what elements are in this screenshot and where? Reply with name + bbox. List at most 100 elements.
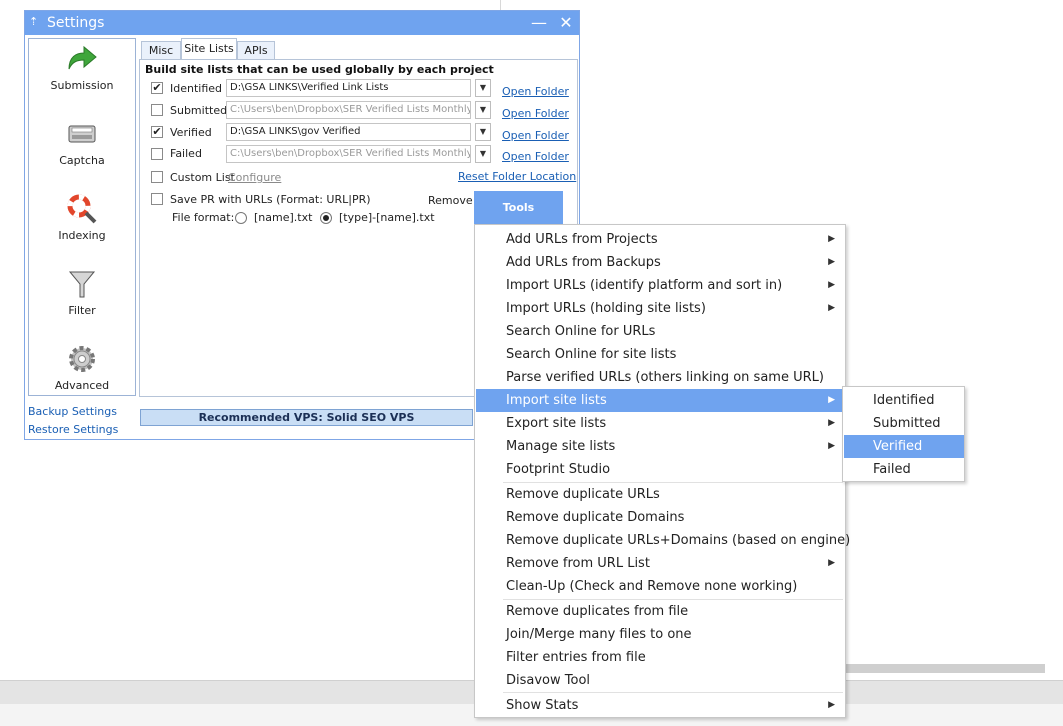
menu-item-label: Import site lists <box>506 393 607 408</box>
submenu-item-submitted[interactable]: Submitted <box>844 412 964 435</box>
menu-item-export-site-lists[interactable]: Export site lists ▶ <box>476 412 845 435</box>
configure-link[interactable]: Configure <box>228 171 281 184</box>
menu-item-label: Filter entries from file <box>506 650 646 665</box>
menu-item-parse-verified-urls[interactable]: Parse verified URLs (others linking on s… <box>476 366 845 389</box>
format-type-name-radio[interactable] <box>320 212 332 224</box>
menu-item-label: Remove duplicate Domains <box>506 510 685 525</box>
restore-settings-link[interactable]: Restore Settings <box>28 423 118 436</box>
failed-path-field[interactable]: C:\Users\ben\Dropbox\SER Verified Lists … <box>226 145 471 163</box>
menu-item-footprint-studio[interactable]: Footprint Studio <box>476 458 845 481</box>
tab-misc[interactable]: Misc <box>141 41 181 59</box>
menu-item-search-online-urls[interactable]: Search Online for URLs <box>476 320 845 343</box>
sidebar-item-advanced[interactable]: Advanced <box>29 339 135 409</box>
sidebar-item-filter[interactable]: Filter <box>29 264 135 334</box>
close-button[interactable]: ✕ <box>552 11 580 35</box>
menu-separator <box>503 692 843 693</box>
format-type-name-label: [type]-[name].txt <box>339 211 435 224</box>
submenu-arrow-icon: ▶ <box>828 234 835 244</box>
menu-item-import-urls-identify[interactable]: Import URLs (identify platform and sort … <box>476 274 845 297</box>
background-divider <box>500 0 501 10</box>
import-site-lists-submenu: Identified Submitted Verified Failed <box>842 386 965 482</box>
verified-path-field[interactable]: D:\GSA LINKS\gov Verified <box>226 123 471 141</box>
sidebar-item-label: Indexing <box>58 229 106 242</box>
window-title: Settings <box>47 15 105 31</box>
verified-open-folder-link[interactable]: Open Folder <box>502 129 569 142</box>
submenu-arrow-icon: ▶ <box>828 303 835 313</box>
identified-label: Identified <box>170 82 223 95</box>
failed-path-dropdown[interactable]: ▼ <box>475 145 491 163</box>
verified-checkbox[interactable]: ✔ <box>151 126 163 138</box>
submitted-open-folder-link[interactable]: Open Folder <box>502 107 569 120</box>
format-name-label: [name].txt <box>254 211 313 224</box>
backup-settings-link[interactable]: Backup Settings <box>28 405 117 418</box>
failed-checkbox[interactable] <box>151 148 163 160</box>
menu-item-label: Remove duplicate URLs+Domains (based on … <box>506 533 851 548</box>
menu-item-add-urls-backups[interactable]: Add URLs from Backups ▶ <box>476 251 845 274</box>
menu-item-remove-from-url-list[interactable]: Remove from URL List ▶ <box>476 552 845 575</box>
submenu-arrow-icon: ▶ <box>828 257 835 267</box>
menu-item-remove-duplicate-domains[interactable]: Remove duplicate Domains <box>476 506 845 529</box>
submenu-item-verified[interactable]: Verified <box>844 435 964 458</box>
submenu-item-failed[interactable]: Failed <box>844 458 964 481</box>
menu-item-label: Join/Merge many files to one <box>506 627 692 642</box>
reset-folder-location-link[interactable]: Reset Folder Location <box>458 170 576 183</box>
tab-apis[interactable]: APIs <box>237 41 275 59</box>
menu-item-remove-duplicates-from-file[interactable]: Remove duplicates from file <box>476 600 845 623</box>
failed-open-folder-link[interactable]: Open Folder <box>502 150 569 163</box>
tools-button[interactable]: Tools <box>474 191 563 224</box>
identified-path-field[interactable]: D:\GSA LINKS\Verified Link Lists <box>226 79 471 97</box>
funnel-icon <box>68 271 96 298</box>
file-format-label: File format: <box>172 211 235 224</box>
submitted-path-dropdown[interactable]: ▼ <box>475 101 491 119</box>
menu-item-label: Add URLs from Backups <box>506 255 661 270</box>
submitted-checkbox[interactable] <box>151 104 163 116</box>
format-name-radio[interactable] <box>235 212 247 224</box>
menu-item-label: Search Online for URLs <box>506 324 656 339</box>
background-scrollbar[interactable] <box>845 664 1045 673</box>
gear-icon <box>69 346 95 372</box>
menu-item-label: Manage site lists <box>506 439 616 454</box>
sidebar-item-captcha[interactable]: Captcha <box>29 114 135 184</box>
sidebar-item-label: Filter <box>68 304 96 317</box>
menu-item-add-urls-projects[interactable]: Add URLs from Projects ▶ <box>476 228 845 251</box>
menu-item-import-urls-holding[interactable]: Import URLs (holding site lists) ▶ <box>476 297 845 320</box>
verified-label: Verified <box>170 126 212 139</box>
vps-banner[interactable]: Recommended VPS: Solid SEO VPS <box>140 409 473 426</box>
menu-item-remove-duplicate-urls[interactable]: Remove duplicate URLs <box>476 483 845 506</box>
menu-item-label: Clean-Up (Check and Remove none working) <box>506 579 798 594</box>
sidebar-item-indexing[interactable]: Indexing <box>29 189 135 259</box>
submenu-arrow-icon: ▶ <box>828 395 835 405</box>
submenu-arrow-icon: ▶ <box>828 558 835 568</box>
submitted-path-field[interactable]: C:\Users\ben\Dropbox\SER Verified Lists … <box>226 101 471 119</box>
title-bar[interactable]: ⇡ Settings — ✕ <box>25 11 579 35</box>
menu-item-join-merge-files[interactable]: Join/Merge many files to one <box>476 623 845 646</box>
sidebar-item-label: Advanced <box>54 379 110 392</box>
submenu-arrow-icon: ▶ <box>828 418 835 428</box>
tab-site-lists[interactable]: Site Lists <box>181 38 237 60</box>
submenu-arrow-icon: ▶ <box>828 700 835 710</box>
minimize-button[interactable]: — <box>525 11 553 35</box>
custom-list-label: Custom List <box>170 171 235 184</box>
remove-label: Remove <box>428 194 473 207</box>
app-icon: ⇡ <box>29 15 39 28</box>
custom-list-checkbox[interactable] <box>151 171 163 183</box>
menu-item-import-site-lists[interactable]: Import site lists ▶ <box>476 389 845 412</box>
menu-item-manage-site-lists[interactable]: Manage site lists ▶ <box>476 435 845 458</box>
menu-item-search-online-site-lists[interactable]: Search Online for site lists <box>476 343 845 366</box>
failed-label: Failed <box>170 147 202 160</box>
submenu-item-identified[interactable]: Identified <box>844 389 964 412</box>
menu-item-label: Remove duplicate URLs <box>506 487 660 502</box>
save-pr-checkbox[interactable] <box>151 193 163 205</box>
menu-item-label: Disavow Tool <box>506 673 591 688</box>
menu-item-label: Import URLs (identify platform and sort … <box>506 278 783 293</box>
menu-item-show-stats[interactable]: Show Stats ▶ <box>476 694 845 717</box>
identified-open-folder-link[interactable]: Open Folder <box>502 85 569 98</box>
menu-item-disavow-tool[interactable]: Disavow Tool <box>476 669 845 692</box>
menu-item-remove-duplicate-urls-domains[interactable]: Remove duplicate URLs+Domains (based on … <box>476 529 850 552</box>
menu-item-filter-entries[interactable]: Filter entries from file <box>476 646 845 669</box>
verified-path-dropdown[interactable]: ▼ <box>475 123 491 141</box>
identified-path-dropdown[interactable]: ▼ <box>475 79 491 97</box>
identified-checkbox[interactable]: ✔ <box>151 82 163 94</box>
sidebar-item-submission[interactable]: Submission <box>29 39 135 109</box>
menu-item-clean-up[interactable]: Clean-Up (Check and Remove none working) <box>476 575 845 598</box>
